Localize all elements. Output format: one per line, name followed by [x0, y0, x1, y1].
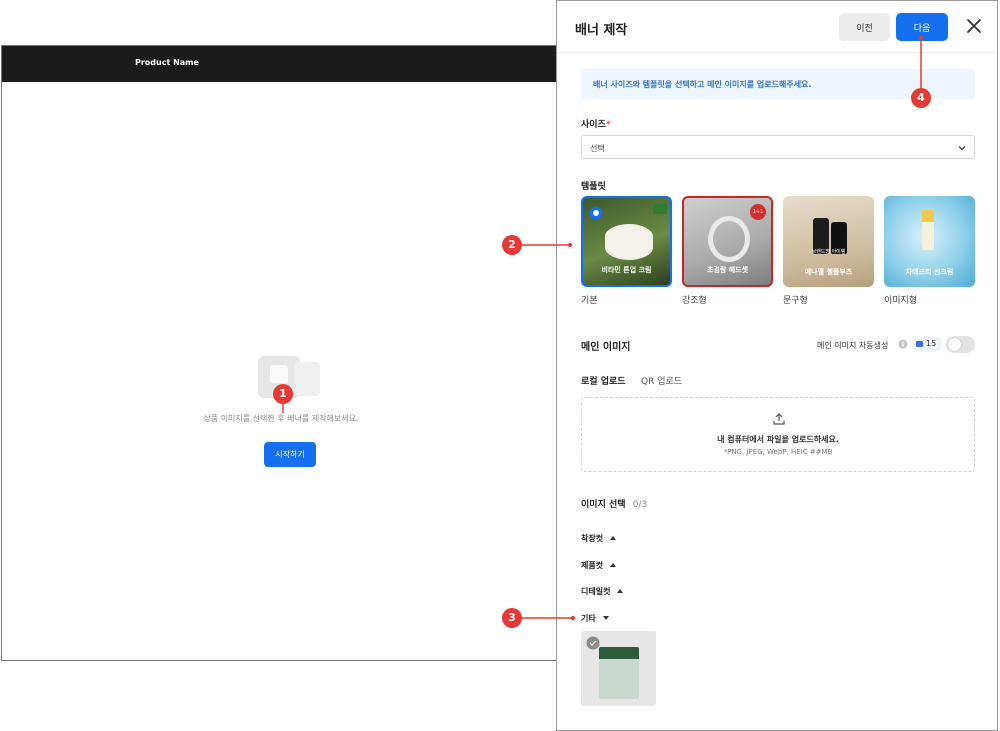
callout-2: 2	[502, 235, 522, 255]
screen: Product Name 상품 이미지를 선택한 후 배너를 제작해보세요. 시…	[0, 0, 1000, 731]
callout-4: 4	[911, 88, 931, 108]
callout-3: 3	[502, 608, 522, 628]
annotation-lines	[282, 36, 923, 620]
callout-1: 1	[273, 384, 293, 404]
